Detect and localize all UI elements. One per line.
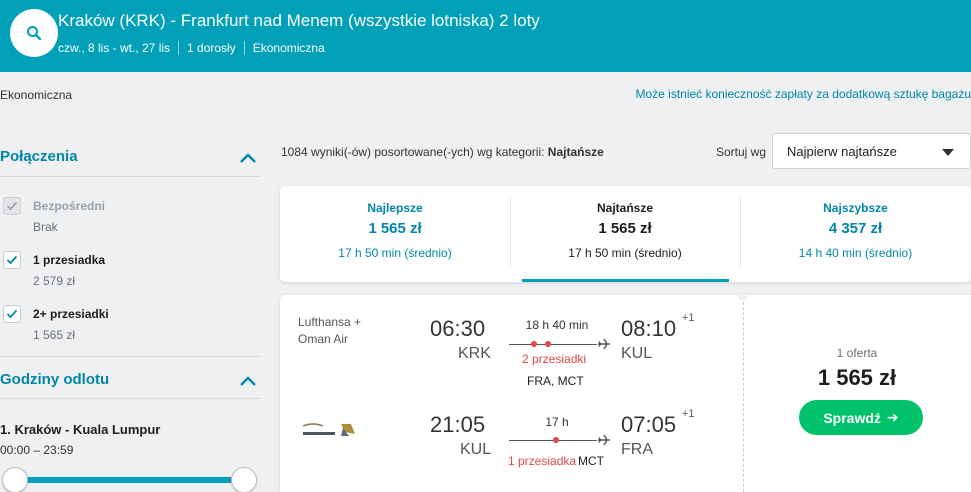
tab-cheapest[interactable]: Najtańsze 1 565 zł 17 h 50 min (średnio) (510, 186, 740, 282)
stop-dot (531, 341, 537, 347)
tab-fastest[interactable]: Najszybsze 4 357 zł 14 h 40 min (średnio… (740, 186, 971, 282)
chevron-up-icon[interactable] (239, 375, 257, 387)
connections-filter-title[interactable]: Połączenia (0, 148, 78, 165)
plane-icon (598, 434, 610, 446)
card-divider (743, 297, 744, 492)
direct-label: Bezpośredni (33, 199, 106, 213)
leg1-departure-airport: KRK (458, 345, 491, 362)
leg1-route-line (509, 344, 597, 345)
airline-name-line: Oman Air (298, 332, 349, 346)
search-details: czw., 8 lis - wt., 27 lis 1 dorosły Ekon… (58, 41, 325, 55)
sort-label: Sortuj wg (716, 145, 767, 159)
ticket-notch (739, 292, 748, 301)
offer-count: 1 oferta (836, 346, 878, 360)
departure-time-range: 00:00 – 23:59 (0, 443, 74, 457)
divider (0, 398, 260, 399)
divider (178, 41, 180, 55)
divider (0, 176, 260, 177)
tab-fastest-duration: 14 h 40 min (średnio) (798, 246, 913, 260)
leg2-departure-airport: KUL (460, 441, 492, 458)
sort-dropdown-value: Najpierw najtańsze (787, 144, 897, 159)
sort-tabs: Najlepsze 1 565 zł 17 h 50 min (średnio)… (280, 186, 971, 282)
oman-air-logo (302, 423, 355, 436)
slider-handle-end[interactable] (231, 467, 257, 492)
airline-names: Lufthansa + Oman Air (298, 314, 361, 348)
arrow-right-icon: ➔ (886, 409, 899, 425)
leg1-arrival-time: 08:10 (621, 316, 677, 341)
sort-dropdown[interactable]: Najpierw najtańsze (772, 133, 971, 169)
search-icon (27, 26, 42, 41)
departure-route-label: 1. Kraków - Kuala Lumpur (0, 422, 161, 437)
leg1-stops: 2 przesiadki (522, 352, 587, 366)
route-title: Kraków (KRK) - Frankfurt nad Menem (wszy… (58, 11, 540, 30)
tab-fastest-price: 4 357 zł (828, 220, 883, 237)
result-card[interactable]: Lufthansa + Oman Air 06:30 KRK 18 h 40 m… (280, 292, 971, 492)
sort-category: Najtańsze (547, 145, 604, 159)
check-offer-label: Sprawdź (823, 409, 881, 426)
leg2-departure-time: 21:05 (430, 412, 486, 437)
check-offer-button[interactable]: Sprawdź ➔ (799, 400, 923, 435)
active-tab-indicator (522, 279, 729, 282)
traveler-count: 1 dorosły (187, 41, 236, 55)
stop-dot (553, 437, 559, 443)
leg2-stops: 1 przesiadka (508, 454, 577, 468)
direct-price: Brak (33, 220, 58, 234)
tab-cheapest-price: 1 565 zł (598, 220, 652, 237)
leg1-arrival-airport: KUL (621, 345, 653, 362)
check-icon (6, 201, 18, 211)
tab-best[interactable]: Najlepsze 1 565 zł 17 h 50 min (średnio) (280, 186, 510, 282)
cabin-label: Ekonomiczna (0, 88, 73, 102)
one-stop-checkbox[interactable] (3, 251, 21, 269)
slider-handle-start[interactable] (2, 467, 28, 492)
two-plus-stops-checkbox[interactable] (3, 305, 21, 323)
tab-cheapest-duration: 17 h 50 min (średnio) (568, 246, 682, 260)
leg2-duration: 17 h (545, 415, 569, 429)
tab-cheapest-title: Najtańsze (596, 201, 654, 215)
two-plus-stops-price: 1 565 zł (33, 328, 76, 342)
tab-fastest-title: Najszybsze (823, 201, 888, 215)
check-icon (6, 255, 18, 265)
leg1-stop-airports: FRA, MCT (527, 374, 584, 388)
leg1-departure-time: 06:30 (430, 316, 486, 341)
divider (0, 356, 260, 357)
chevron-up-icon[interactable] (239, 152, 257, 164)
tab-best-title: Najlepsze (367, 201, 423, 215)
tab-best-duration: 17 h 50 min (średnio) (338, 246, 452, 260)
leg2-stop-airports: MCT (578, 454, 604, 468)
offer-price: 1 565 zł (817, 365, 897, 390)
leg1-next-day: +1 (682, 312, 695, 324)
cabin-class: Ekonomiczna (252, 41, 325, 55)
leg1-duration: 18 h 40 min (525, 318, 589, 332)
leg2-next-day: +1 (682, 408, 695, 420)
one-stop-price: 2 579 zł (33, 274, 76, 288)
divider (243, 41, 245, 55)
departure-times-filter-title[interactable]: Godziny odlotu (0, 371, 109, 388)
one-stop-label: 1 przesiadka (33, 253, 106, 267)
results-count: 1084 wyniki(-ów) posortowane(-ych) wg ka… (281, 145, 604, 159)
travel-dates: czw., 8 lis - wt., 27 lis (58, 41, 171, 55)
departure-time-slider[interactable] (12, 477, 244, 483)
tab-best-price: 1 565 zł (368, 220, 422, 237)
caret-down-icon (942, 149, 954, 156)
leg2-arrival-airport: FRA (621, 441, 653, 458)
two-plus-stops-label: 2+ przesiadki (33, 307, 109, 321)
direct-checkbox[interactable] (3, 197, 21, 215)
stop-dot (545, 341, 551, 347)
search-summary-header[interactable]: Kraków (KRK) - Frankfurt nad Menem (wszy… (0, 0, 971, 72)
check-icon (6, 309, 18, 319)
airline-name-line: Lufthansa + (298, 315, 362, 329)
results-count-text: 1084 wyniki(-ów) posortowane(-ych) wg ka… (281, 145, 548, 159)
bag-fee-link[interactable]: Może istnieć konieczność zapłaty za doda… (635, 87, 971, 101)
leg2-arrival-time: 07:05 (621, 412, 677, 437)
search-button[interactable] (10, 9, 58, 57)
plane-icon (598, 338, 610, 350)
